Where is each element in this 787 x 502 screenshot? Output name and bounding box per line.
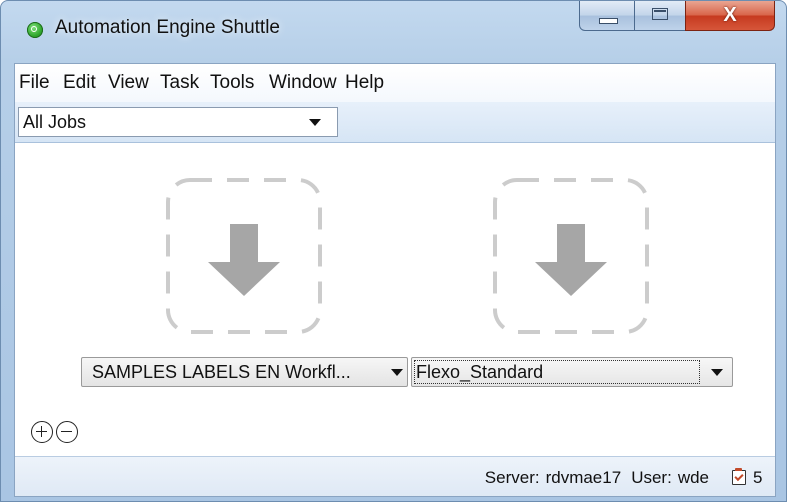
arrow-down-icon: [166, 178, 322, 334]
window-title: Automation Engine Shuttle: [55, 17, 280, 38]
ticket-dropdown[interactable]: Flexo_Standard: [411, 357, 733, 387]
ticket-value: Flexo_Standard: [416, 362, 544, 382]
workflow-dropdown[interactable]: SAMPLES LABELS EN Workfl...: [81, 357, 408, 387]
title-bar[interactable]: Automation Engine Shuttle X: [1, 1, 786, 53]
user-label: User:: [631, 468, 672, 487]
close-button[interactable]: X: [685, 1, 775, 31]
minimize-button[interactable]: [579, 1, 635, 31]
server-label: Server:: [484, 468, 540, 487]
menu-bar: File Edit View Task Tools Window Help: [15, 64, 775, 102]
chevron-down-icon: [309, 119, 321, 126]
task-list-icon[interactable]: [732, 468, 746, 485]
status-bar: Server: rdvmae17 User: wde 5: [15, 456, 775, 496]
remove-icon[interactable]: [56, 421, 78, 443]
menu-tools[interactable]: Tools: [210, 72, 254, 94]
add-icon[interactable]: [31, 421, 53, 443]
close-icon: X: [723, 4, 737, 26]
jobs-filter-dropdown[interactable]: All Jobs: [18, 107, 338, 137]
drop-zone-ticket[interactable]: [493, 178, 649, 334]
main-panel: File Edit View Task Tools Window Help Al…: [14, 63, 776, 497]
menu-window[interactable]: Window: [269, 72, 337, 94]
menu-help[interactable]: Help: [345, 72, 384, 94]
minimize-icon: [599, 18, 618, 24]
menu-view[interactable]: View: [108, 72, 149, 94]
server-value: rdvmae17: [545, 468, 622, 487]
menu-task[interactable]: Task: [160, 72, 199, 94]
app-window: Automation Engine Shuttle X File Edit Vi…: [0, 0, 787, 502]
task-count: 5: [753, 468, 763, 487]
workflow-value: SAMPLES LABELS EN Workfl...: [92, 362, 351, 382]
maximize-icon: [652, 8, 668, 20]
menu-edit[interactable]: Edit: [63, 72, 96, 94]
menu-file[interactable]: File: [19, 72, 50, 94]
status-text: Server: rdvmae17 User: wde: [479, 468, 709, 488]
drop-zone-hotfolder[interactable]: [166, 178, 322, 334]
maximize-button[interactable]: [634, 1, 686, 31]
chevron-down-icon: [391, 369, 403, 376]
user-value: wde: [677, 468, 709, 487]
arrow-down-icon: [493, 178, 649, 334]
jobs-filter-value: All Jobs: [23, 112, 87, 132]
jobs-filter-bar: All Jobs: [15, 102, 775, 143]
app-circle-icon[interactable]: [27, 22, 43, 38]
chevron-down-icon: [711, 369, 723, 376]
